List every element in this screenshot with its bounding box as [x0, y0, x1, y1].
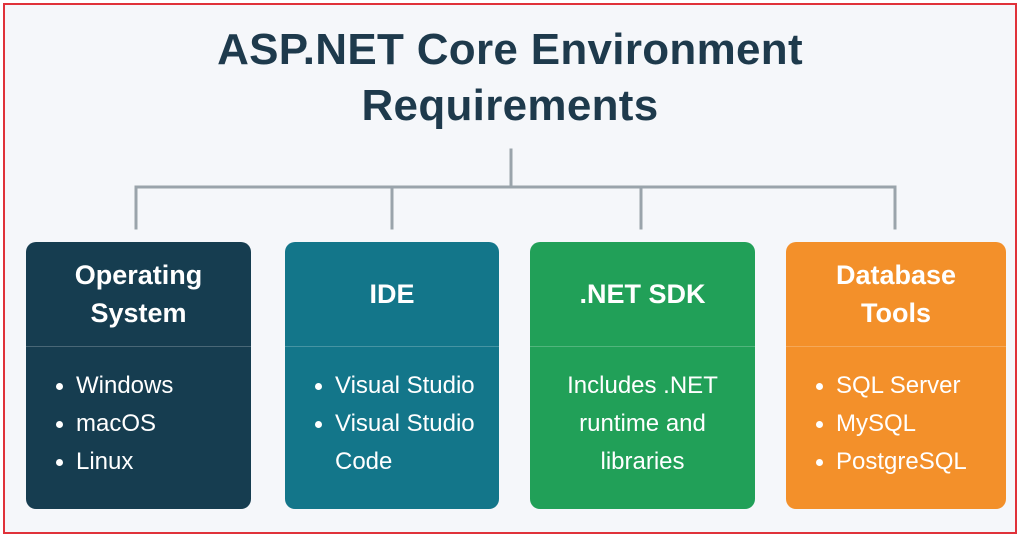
card-ide-title: IDE: [369, 279, 415, 309]
list-item: Visual Studio: [313, 367, 499, 405]
card-operating-system-title-line-1: Operating: [74, 260, 203, 290]
card-database-tools: Database Tools SQL Server MySQL PostgreS…: [786, 242, 1006, 509]
list-item: PostgreSQL: [814, 443, 1006, 481]
net-sdk-description: Includes .NET runtime and libraries: [530, 367, 755, 481]
card-operating-system-title-line-2: System: [90, 298, 187, 328]
list-item: MySQL: [814, 405, 1006, 443]
list-item: SQL Server: [814, 367, 1006, 405]
card-ide: IDE Visual Studio Visual Studio Code: [285, 242, 499, 509]
database-tools-list: SQL Server MySQL PostgreSQL: [786, 367, 1006, 481]
card-database-tools-title-line-1: Database: [835, 260, 957, 290]
list-item: macOS: [54, 405, 251, 443]
card-net-sdk: .NET SDK Includes .NET runtime and libra…: [530, 242, 755, 509]
list-item-line-2: Code: [335, 448, 393, 475]
description-line-1: Includes .NET: [567, 372, 718, 399]
description-line-2: runtime and: [579, 410, 706, 437]
operating-system-list: Windows macOS Linux: [26, 367, 251, 481]
list-item: Linux: [54, 443, 251, 481]
card-net-sdk-title: .NET SDK: [579, 279, 706, 309]
card-operating-system: Operating System Windows macOS Linux: [26, 242, 251, 509]
card-database-tools-title-line-2: Tools: [860, 298, 931, 328]
description-line-3: libraries: [600, 448, 685, 475]
card-database-tools-title: Database Tools: [786, 242, 1006, 346]
list-item-line-1: Visual Studio: [335, 410, 475, 437]
card-operating-system-title: Operating System: [26, 242, 251, 346]
list-item: Windows: [54, 367, 251, 405]
list-item: Visual Studio Code: [313, 405, 499, 481]
ide-list: Visual Studio Visual Studio Code: [285, 367, 499, 481]
